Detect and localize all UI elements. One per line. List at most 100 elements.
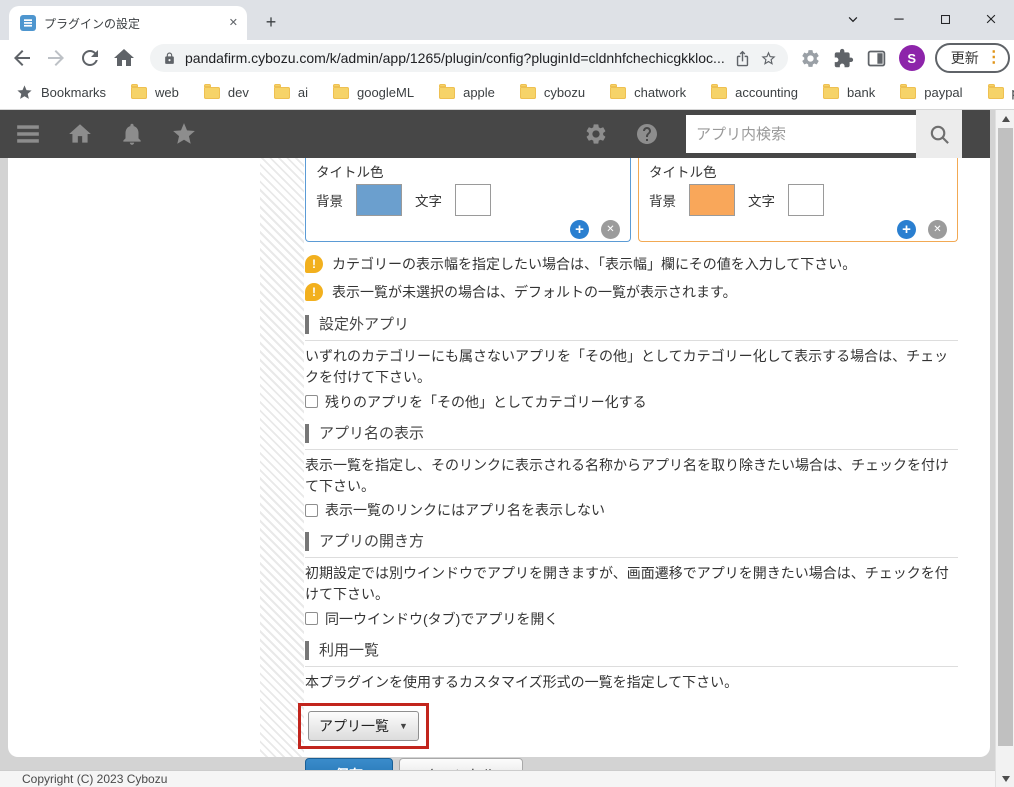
checkbox[interactable] <box>305 395 318 408</box>
add-category-icon[interactable]: + <box>570 220 589 239</box>
bookmark-item-paypal[interactable]: paypal <box>900 85 962 100</box>
checkbox[interactable] <box>305 612 318 625</box>
section-description: いずれのカテゴリーにも属さないアプリを「その他」としてカテゴリー化して表示する場… <box>305 346 958 389</box>
bookmark-item-chatwork[interactable]: chatwork <box>610 85 686 100</box>
bg-color-label: 背景 <box>316 190 343 210</box>
help-icon[interactable] <box>635 122 659 146</box>
panel-title: タイトル色 <box>649 161 947 181</box>
panel-title: タイトル色 <box>316 161 620 181</box>
home-icon[interactable] <box>112 46 136 70</box>
chrome-menu-chevron-icon[interactable] <box>830 0 876 38</box>
lock-icon[interactable] <box>163 52 176 65</box>
remove-category-icon[interactable]: ✕ <box>928 220 947 239</box>
bookmark-item-dev[interactable]: dev <box>204 85 249 100</box>
bookmark-item-cybozu[interactable]: cybozu <box>520 85 585 100</box>
bookmark-item-accounting[interactable]: accounting <box>711 85 798 100</box>
scroll-down-arrow-icon[interactable] <box>996 770 1014 787</box>
app-search-input[interactable] <box>686 115 916 153</box>
chevron-down-icon: ▼ <box>399 721 408 731</box>
hatch-divider <box>260 110 304 757</box>
minimize-button[interactable] <box>876 0 922 38</box>
update-label: 更新 <box>951 48 979 68</box>
folder-icon <box>610 87 626 99</box>
folder-icon <box>520 87 536 99</box>
content-card: タイトル色 背景 文字 + ✕ タイトル色 <box>8 110 990 757</box>
side-panel-icon[interactable] <box>866 48 887 69</box>
checkbox-row-hide-app-name[interactable]: 表示一覧のリンクにはアプリ名を表示しない <box>305 500 958 520</box>
tab-close-icon[interactable]: ✕ <box>229 18 238 29</box>
checkbox-label: 残りのアプリを「その他」としてカテゴリー化する <box>325 392 647 412</box>
extension-gear-icon[interactable] <box>800 48 821 69</box>
search-button[interactable] <box>916 110 962 158</box>
category-panels: タイトル色 背景 文字 + ✕ タイトル色 <box>305 158 958 242</box>
text-color-label: 文字 <box>415 190 442 210</box>
section-heading-usage-list: 利用一覧 <box>305 639 958 667</box>
bg-color-swatch[interactable] <box>689 184 735 216</box>
new-tab-button[interactable]: + <box>257 8 285 36</box>
profile-avatar[interactable]: S <box>899 45 925 71</box>
bookmark-item-googleml[interactable]: googleML <box>333 85 414 100</box>
home-icon[interactable] <box>67 121 93 147</box>
checkbox-label: 表示一覧のリンクにはアプリ名を表示しない <box>325 500 605 520</box>
app-list-dropdown[interactable]: アプリ一覧 ▼ <box>308 711 419 741</box>
close-button[interactable] <box>968 0 1014 38</box>
maximize-button[interactable] <box>922 0 968 38</box>
checkbox[interactable] <box>305 504 318 517</box>
checkbox-row-categorize-others[interactable]: 残りのアプリを「その他」としてカテゴリー化する <box>305 392 958 412</box>
bookmark-item-pay[interactable]: pay <box>988 85 1014 100</box>
header-spacer <box>962 110 990 158</box>
window-controls <box>830 0 1014 38</box>
share-icon[interactable] <box>734 50 751 67</box>
checkbox-label: 同一ウインドウ(タブ)でアプリを開く <box>325 609 558 629</box>
section-description: 初期設定では別ウインドウでアプリを開きますが、画面遷移でアプリを開きたい場合は、… <box>305 563 958 606</box>
folder-icon <box>711 87 727 99</box>
tab-strip: プラグインの設定 ✕ + <box>0 0 1014 40</box>
scroll-up-arrow-icon[interactable] <box>996 110 1014 127</box>
folder-icon <box>333 87 349 99</box>
add-category-icon[interactable]: + <box>897 220 916 239</box>
bookmark-item-bank[interactable]: bank <box>823 85 875 100</box>
notice-text: カテゴリーの表示幅を指定したい場合は、「表示幅」欄にその値を入力して下さい。 <box>332 254 856 275</box>
hamburger-menu-icon[interactable] <box>15 121 41 147</box>
copyright-text: Copyright (C) 2023 Cybozu <box>22 772 167 786</box>
checkbox-row-same-window[interactable]: 同一ウインドウ(タブ)でアプリを開く <box>305 609 958 629</box>
browser-toolbar: pandafirm.cybozu.com/k/admin/app/1265/pl… <box>0 40 1014 76</box>
warning-icon: ! <box>305 255 323 273</box>
bookmarks-root[interactable]: Bookmarks <box>16 84 106 101</box>
bookmark-star-icon[interactable] <box>760 50 777 67</box>
text-color-swatch[interactable] <box>455 184 491 216</box>
update-button[interactable]: 更新 ⋮ <box>935 43 1010 73</box>
browser-window: プラグインの設定 ✕ + pandafirm.cybozu.com/k/admi… <box>0 0 1014 787</box>
folder-icon <box>131 87 147 99</box>
reload-icon[interactable] <box>78 46 102 70</box>
folder-icon <box>900 87 916 99</box>
bookmarks-bar: Bookmarks web dev ai googleML apple cybo… <box>0 76 1014 110</box>
notifications-bell-icon[interactable] <box>119 121 145 147</box>
notice-row: ! カテゴリーの表示幅を指定したい場合は、「表示幅」欄にその値を入力して下さい。 <box>305 254 958 275</box>
category-panel-orange: タイトル色 背景 文字 + ✕ <box>638 158 958 242</box>
address-bar[interactable]: pandafirm.cybozu.com/k/admin/app/1265/pl… <box>150 44 788 72</box>
bookmark-item-ai[interactable]: ai <box>274 85 308 100</box>
category-panel-blue: タイトル色 背景 文字 + ✕ <box>305 158 631 242</box>
settings-gear-icon[interactable] <box>584 122 608 146</box>
bg-color-swatch[interactable] <box>356 184 402 216</box>
red-annotation-box: アプリ一覧 ▼ <box>298 703 429 749</box>
page-viewport: タイトル色 背景 文字 + ✕ タイトル色 <box>0 110 1014 787</box>
section-description: 表示一覧を指定し、そのリンクに表示される名称からアプリ名を取り除きたい場合は、チ… <box>305 455 958 498</box>
tab-title: プラグインの設定 <box>44 15 221 32</box>
extensions-puzzle-icon[interactable] <box>833 48 854 69</box>
scrollbar-thumb[interactable] <box>998 128 1013 746</box>
forward-icon[interactable] <box>44 46 68 70</box>
star-icon <box>16 84 33 101</box>
favorites-star-icon[interactable] <box>171 121 197 147</box>
bookmark-item-apple[interactable]: apple <box>439 85 495 100</box>
section-description: 本プラグインを使用するカスタマイズ形式の一覧を指定して下さい。 <box>305 672 958 693</box>
vertical-scrollbar[interactable] <box>995 110 1014 787</box>
text-color-label: 文字 <box>748 190 775 210</box>
text-color-swatch[interactable] <box>788 184 824 216</box>
bookmark-item-web[interactable]: web <box>131 85 179 100</box>
browser-tab[interactable]: プラグインの設定 ✕ <box>9 6 247 40</box>
remove-category-icon[interactable]: ✕ <box>601 220 620 239</box>
section-heading-app-name-display: アプリ名の表示 <box>305 422 958 450</box>
back-icon[interactable] <box>10 46 34 70</box>
